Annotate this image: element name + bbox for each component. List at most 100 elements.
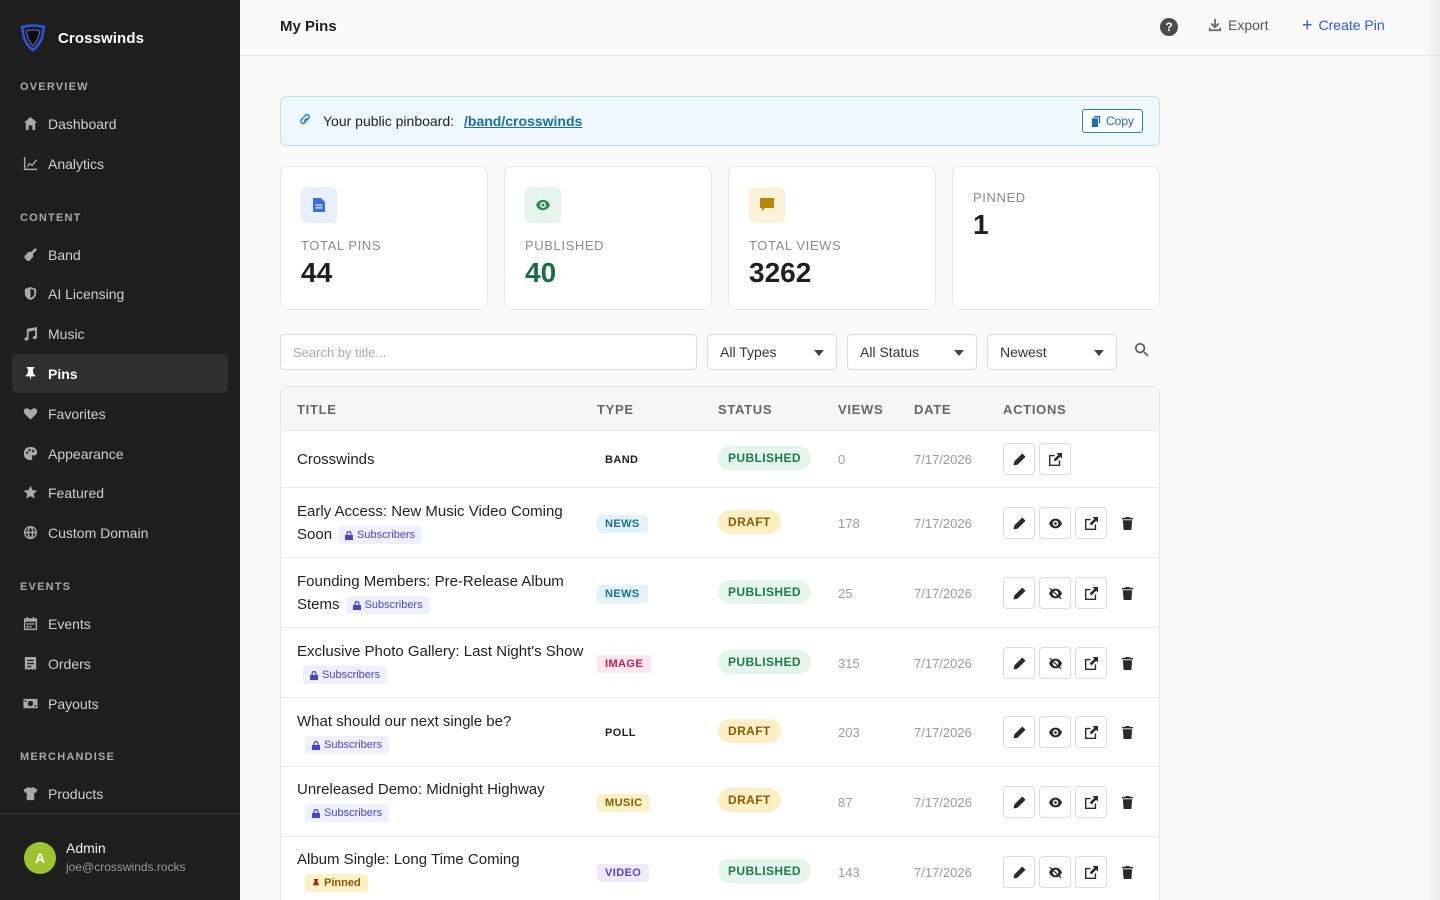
brand[interactable]: Crosswinds xyxy=(20,24,144,52)
copy-button[interactable]: Copy xyxy=(1081,109,1143,133)
search-input[interactable] xyxy=(280,334,697,370)
sidebar-item-music[interactable]: Music xyxy=(12,314,228,353)
unpublish-button[interactable] xyxy=(1039,856,1071,888)
sidebar-item-pins[interactable]: Pins xyxy=(12,354,228,393)
create-pin-button[interactable]: + Create Pin xyxy=(1302,16,1385,34)
stat-card-total-views: TOTAL VIEWS 3262 xyxy=(728,166,936,310)
pin-title[interactable]: Crosswinds xyxy=(297,448,587,471)
pin-title-cell[interactable]: Founding Members: Pre-Release Album Stem… xyxy=(297,570,587,616)
export-button[interactable]: Export xyxy=(1208,17,1268,33)
pin-title-cell[interactable]: Exclusive Photo Gallery: Last Night's Sh… xyxy=(297,640,587,686)
delete-button[interactable] xyxy=(1111,577,1143,609)
stat-card-total-pins: TOTAL PINS 44 xyxy=(280,166,488,310)
table-row[interactable]: Exclusive Photo Gallery: Last Night's Sh… xyxy=(281,628,1159,698)
copy-icon xyxy=(1091,115,1101,127)
edit-button[interactable] xyxy=(1003,577,1035,609)
sort-select[interactable]: Newest xyxy=(987,334,1117,370)
sidebar-item-custom-domain[interactable]: Custom Domain xyxy=(12,513,228,552)
help-icon[interactable]: ? xyxy=(1160,18,1178,36)
delete-button[interactable] xyxy=(1111,716,1143,748)
column-header-status[interactable]: STATUS xyxy=(718,402,772,417)
search-icon xyxy=(1134,342,1149,357)
table-row[interactable]: What should our next single be? Subscribe… xyxy=(281,698,1159,767)
type-filter-select[interactable]: All Types xyxy=(707,334,837,370)
sidebar-item-featured[interactable]: Featured xyxy=(12,473,228,512)
table-row[interactable]: Crosswinds BAND PUBLISHED 0 7/17/2026 xyxy=(281,431,1159,488)
column-header-type[interactable]: TYPE xyxy=(597,402,634,417)
column-header-title[interactable]: TITLE xyxy=(297,402,337,417)
column-header-views[interactable]: VIEWS xyxy=(838,402,883,417)
open-external-button[interactable] xyxy=(1075,507,1107,539)
section-content: CONTENT xyxy=(20,212,82,224)
music-note-icon xyxy=(22,326,38,342)
sidebar-item-dashboard[interactable]: Dashboard xyxy=(12,104,228,143)
pin-title-cell[interactable]: Early Access: New Music Video Coming Soo… xyxy=(297,500,587,546)
type-badge: BAND xyxy=(597,451,647,469)
sidebar-item-band[interactable]: Band xyxy=(12,235,228,274)
sidebar-item-appearance[interactable]: Appearance xyxy=(12,434,228,473)
sidebar-item-analytics[interactable]: Analytics xyxy=(12,144,228,183)
table-row[interactable]: Unreleased Demo: Midnight Highway Subscri… xyxy=(281,767,1159,837)
publish-button[interactable] xyxy=(1039,507,1071,539)
edit-button[interactable] xyxy=(1003,856,1035,888)
type-badge: IMAGE xyxy=(597,655,652,673)
edit-button[interactable] xyxy=(1003,507,1035,539)
open-external-button[interactable] xyxy=(1075,577,1107,609)
unpublish-button[interactable] xyxy=(1039,577,1071,609)
sidebar-item-label: Analytics xyxy=(48,155,105,172)
line-chart-icon xyxy=(22,156,38,172)
open-external-button[interactable] xyxy=(1075,647,1107,679)
guitar-icon xyxy=(22,247,38,263)
open-external-button[interactable] xyxy=(1039,443,1071,475)
sidebar-item-label: Orders xyxy=(48,655,91,672)
delete-button[interactable] xyxy=(1111,507,1143,539)
sidebar-item-payouts[interactable]: Payouts xyxy=(12,684,228,723)
table-row[interactable]: Album Single: Long Time Coming Pinned VID… xyxy=(281,837,1159,900)
pin-date: 7/17/2026 xyxy=(914,795,972,810)
pinboard-link[interactable]: /band/crosswinds xyxy=(464,113,582,129)
status-filter-select[interactable]: All Status xyxy=(847,334,977,370)
section-events: EVENTS xyxy=(20,581,72,593)
table-row[interactable]: Early Access: New Music Video Coming Soo… xyxy=(281,488,1159,558)
edit-button[interactable] xyxy=(1003,786,1035,818)
unpublish-button[interactable] xyxy=(1039,647,1071,679)
pencil-icon xyxy=(1012,452,1026,466)
subscribers-badge: Subscribers xyxy=(338,526,423,545)
edit-button[interactable] xyxy=(1003,443,1035,475)
edit-button[interactable] xyxy=(1003,647,1035,679)
open-external-button[interactable] xyxy=(1075,716,1107,748)
public-pinboard-banner: Your public pinboard: /band/crosswinds C… xyxy=(280,96,1160,146)
subscribers-badge: Subscribers xyxy=(303,666,388,685)
pin-title-cell[interactable]: What should our next single be? Subscribe… xyxy=(297,710,587,756)
pinned-label: Pinned xyxy=(324,877,361,890)
sidebar-item-products[interactable]: Products xyxy=(12,774,228,813)
sidebar-item-label: Music xyxy=(48,325,85,342)
pin-title-cell[interactable]: Unreleased Demo: Midnight Highway Subscri… xyxy=(297,778,597,824)
sidebar-item-label: Payouts xyxy=(48,695,99,712)
delete-button[interactable] xyxy=(1111,786,1143,818)
publish-button[interactable] xyxy=(1039,716,1071,748)
table-row[interactable]: Founding Members: Pre-Release Album Stem… xyxy=(281,558,1159,628)
open-external-button[interactable] xyxy=(1075,786,1107,818)
sidebar-item-ai-licensing[interactable]: AI Licensing xyxy=(12,274,228,313)
pin-title-cell[interactable]: Album Single: Long Time Coming Pinned xyxy=(297,848,587,894)
document-icon xyxy=(301,187,337,223)
status-badge: DRAFT xyxy=(718,510,781,534)
link-icon xyxy=(297,111,313,132)
edit-button[interactable] xyxy=(1003,716,1035,748)
brand-logo-icon xyxy=(20,24,46,52)
delete-button[interactable] xyxy=(1111,647,1143,679)
status-badge: PUBLISHED xyxy=(718,650,811,674)
user-menu[interactable]: A Admin joe@crosswinds.rocks xyxy=(0,813,240,900)
search-button[interactable] xyxy=(1134,342,1152,360)
delete-button[interactable] xyxy=(1111,856,1143,888)
pencil-icon xyxy=(1012,656,1026,670)
stat-card-pinned: PINNED 1 xyxy=(952,166,1160,310)
sidebar-item-orders[interactable]: Orders xyxy=(12,644,228,683)
column-header-date[interactable]: DATE xyxy=(914,402,951,417)
publish-button[interactable] xyxy=(1039,786,1071,818)
brand-name: Crosswinds xyxy=(58,29,145,47)
sidebar-item-events[interactable]: Events xyxy=(12,604,228,643)
open-external-button[interactable] xyxy=(1075,856,1107,888)
sidebar-item-favorites[interactable]: Favorites xyxy=(12,394,228,433)
